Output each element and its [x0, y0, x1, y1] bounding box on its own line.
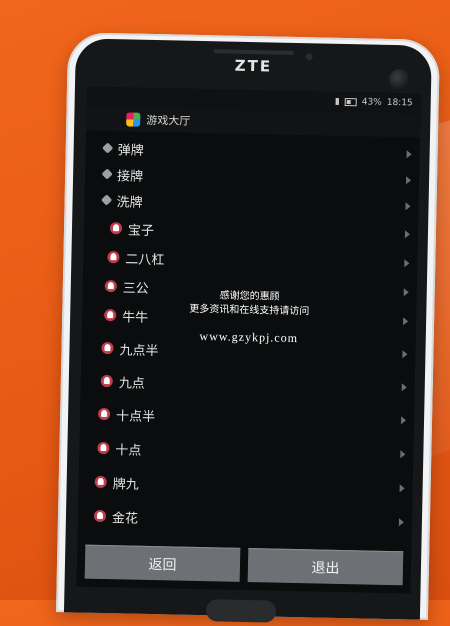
game-item[interactable]: 宝子 [84, 215, 418, 248]
category-label: 接牌 [116, 168, 144, 185]
battery-icon [344, 97, 357, 107]
battery-percent: 43% [361, 97, 382, 108]
game-item[interactable]: 十点半 [80, 401, 414, 434]
app-title: 游戏大厅 [146, 113, 191, 128]
phone-device: ZTE ▮ 43% 18:15 游戏大厅 弹牌 接牌 洗牌 宝子 二八杠 三公 … [55, 32, 441, 623]
game-item[interactable]: 二八杠 [83, 244, 417, 277]
game-label: 牌九 [112, 476, 139, 493]
game-item[interactable]: 牌九 [78, 468, 412, 501]
home-button[interactable] [205, 599, 277, 623]
brand-logo: ZTE [234, 56, 273, 76]
front-camera-icon [388, 68, 410, 90]
chevron-right-icon [405, 202, 411, 211]
game-icon [107, 251, 120, 264]
phone-screen: ▮ 43% 18:15 游戏大厅 弹牌 接牌 洗牌 宝子 二八杠 三公 牛牛 九… [76, 86, 421, 594]
game-icon [100, 374, 113, 388]
category-item[interactable]: 洗牌 [84, 187, 418, 220]
category-label: 弹牌 [117, 142, 144, 159]
chevron-right-icon [404, 259, 410, 268]
game-item[interactable]: 十点 [79, 434, 413, 467]
game-icon [93, 509, 107, 523]
chevron-right-icon [406, 176, 412, 185]
chevron-right-icon [401, 383, 407, 392]
chevron-right-icon [399, 484, 405, 493]
chevron-right-icon [404, 230, 411, 239]
game-label: 二八杠 [125, 251, 165, 268]
signal-icon: ▮ [334, 96, 340, 107]
category-icon [100, 194, 113, 206]
game-icon [98, 407, 111, 421]
category-label: 洗牌 [116, 194, 143, 211]
category-icon [102, 142, 114, 154]
bottom-action-bar: 返回 退出 [84, 544, 404, 586]
game-label: 十点半 [115, 408, 156, 425]
thank-you-overlay: 感谢您的惠顾 更多资讯和在线支持请访问 www.gzykpj.com [82, 287, 417, 348]
earpiece-speaker [213, 49, 294, 55]
game-icon [101, 341, 114, 355]
game-item[interactable]: 金花 [78, 502, 412, 535]
chevron-right-icon [406, 150, 412, 159]
game-icon [97, 441, 110, 455]
back-button[interactable]: 返回 [84, 544, 241, 582]
phone-bezel: ZTE ▮ 43% 18:15 游戏大厅 弹牌 接牌 洗牌 宝子 二八杠 三公 … [63, 38, 432, 623]
chevron-right-icon [402, 350, 408, 359]
chevron-right-icon [400, 450, 406, 459]
category-icon [101, 168, 113, 180]
game-icon [109, 222, 123, 235]
game-label: 金花 [111, 510, 139, 527]
game-label: 十点 [115, 442, 142, 459]
game-hall-icon [126, 112, 141, 127]
game-item[interactable]: 九点 [81, 368, 415, 401]
exit-button[interactable]: 退出 [247, 548, 404, 586]
chevron-right-icon [398, 518, 405, 527]
clock: 18:15 [386, 97, 413, 109]
game-label: 宝子 [127, 222, 155, 239]
game-icon [94, 475, 107, 489]
status-right: ▮ 43% 18:15 [335, 97, 413, 109]
game-label: 九点 [118, 375, 145, 392]
chevron-right-icon [400, 416, 407, 425]
